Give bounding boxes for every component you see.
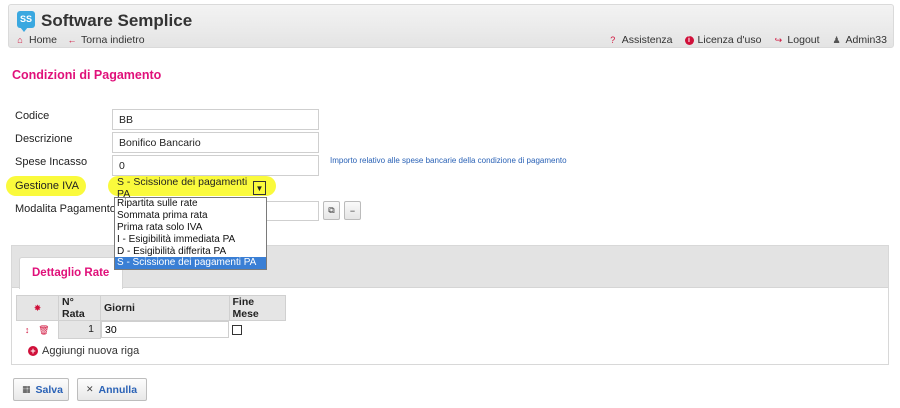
table-row: ↕ 🗑 1 <box>17 320 286 339</box>
rate-table: ✸ N° Rata Giorni Fine Mese ↕ 🗑 1 <box>16 295 286 339</box>
gestione-iva-select[interactable]: S - Scissione dei pagamenti PA ▼ <box>114 176 266 200</box>
nav-right: ? Assistenza i Licenza d'uso ↪ Logout ♟ … <box>608 34 887 46</box>
descrizione-label: Descrizione <box>15 133 73 145</box>
table-header-row: ✸ N° Rata Giorni Fine Mese <box>16 295 286 321</box>
nav-user-label: Admin33 <box>845 34 887 46</box>
close-icon: ✕ <box>86 384 94 394</box>
nav-user-link[interactable]: ♟ Admin33 <box>832 34 888 46</box>
option-item[interactable]: Sommata prima rata <box>115 210 266 222</box>
nav-licenza-link[interactable]: i Licenza d'uso <box>684 34 762 46</box>
save-button[interactable]: ▦ Salva <box>13 378 69 401</box>
modalita-pagamento-input[interactable] <box>266 201 319 221</box>
home-icon: ⌂ <box>17 35 23 45</box>
nav-logout-link[interactable]: ↪ Logout <box>773 34 820 46</box>
giorni-cell <box>101 321 229 338</box>
nav-assistenza-label: Assistenza <box>621 34 673 46</box>
tab-dettaglio-rate[interactable]: Dettaglio Rate <box>19 257 123 289</box>
page-title: Condizioni di Pagamento <box>12 68 162 82</box>
lookup-button[interactable]: ⧉ <box>323 201 340 220</box>
modalita-pagamento-label: Modalita Pagamento <box>15 203 116 215</box>
trash-icon[interactable]: 🗑 <box>38 325 49 335</box>
nav-back-label: Torna indietro <box>81 34 145 46</box>
user-icon: ♟ <box>832 35 841 45</box>
save-button-label: Salva <box>35 383 63 396</box>
option-item[interactable]: D - Esigibilità differita PA <box>115 246 266 258</box>
rata-cell: 1 <box>58 320 101 339</box>
option-item[interactable]: I - Esigibilità immediata PA <box>115 234 266 246</box>
spese-incasso-label: Spese Incasso <box>15 156 88 168</box>
nav-back-link[interactable]: ← Torna indietro <box>67 34 145 46</box>
actions-header: ✸ <box>16 295 59 321</box>
descrizione-input[interactable] <box>112 132 319 153</box>
add-row-button[interactable]: + Aggiungi nuova riga <box>28 345 139 357</box>
drag-handle-icon[interactable]: ↕ <box>25 325 30 335</box>
codice-label: Codice <box>15 110 50 122</box>
app-title: Software Semplice <box>41 11 193 30</box>
giorni-header: Giorni <box>100 295 230 321</box>
app-header: SS Software Semplice ⌂ Home ← Torna indi… <box>8 4 894 48</box>
option-item[interactable]: Ripartita sulle rate <box>115 198 266 210</box>
add-row-label: Aggiungi nuova riga <box>42 345 140 357</box>
fine-mese-checkbox[interactable] <box>232 324 242 335</box>
nav-left: ⌂ Home ← Torna indietro <box>15 34 145 46</box>
nav-licenza-label: Licenza d'uso <box>697 34 762 46</box>
gestione-iva-options-list: Ripartita sulle rate Sommata prima rata … <box>114 197 267 270</box>
codice-input[interactable] <box>112 109 319 130</box>
option-item[interactable]: Prima rata solo IVA <box>115 222 266 234</box>
cancel-button-label: Annulla <box>98 383 138 396</box>
spese-incasso-hint: Importo relativo alle spese bancarie del… <box>330 156 567 165</box>
lookup-icon: ⧉ <box>328 205 335 215</box>
nav-home-link[interactable]: ⌂ Home <box>15 34 57 46</box>
giorni-input[interactable] <box>101 321 229 338</box>
question-icon: ? <box>610 35 616 45</box>
gestione-iva-label: Gestione IVA <box>15 180 79 192</box>
fine-mese-header: Fine Mese <box>228 295 286 321</box>
clear-button[interactable]: − <box>344 201 361 220</box>
row-actions: ↕ 🗑 <box>17 321 59 339</box>
fine-mese-cell <box>229 321 285 339</box>
minus-icon: − <box>349 205 356 216</box>
spese-incasso-input[interactable] <box>112 155 319 176</box>
plus-circle-icon: + <box>28 346 38 356</box>
chevron-down-icon[interactable]: ▼ <box>253 181 266 195</box>
nav-logout-label: Logout <box>787 34 820 46</box>
floppy-disk-icon: ▦ <box>22 384 31 394</box>
nav-assistenza-link[interactable]: ? Assistenza <box>608 34 673 46</box>
info-icon: i <box>684 35 694 45</box>
rata-header: N° Rata <box>58 295 101 321</box>
nav-home-label: Home <box>29 34 58 46</box>
arrow-left-icon: ← <box>67 35 77 45</box>
cancel-button[interactable]: ✕ Annulla <box>77 378 147 401</box>
option-item-selected[interactable]: S - Scissione dei pagamenti PA <box>115 257 266 270</box>
settings-icon[interactable]: ✸ <box>34 303 42 313</box>
app-logo-icon: SS <box>17 11 35 32</box>
logout-icon: ↪ <box>774 35 783 45</box>
